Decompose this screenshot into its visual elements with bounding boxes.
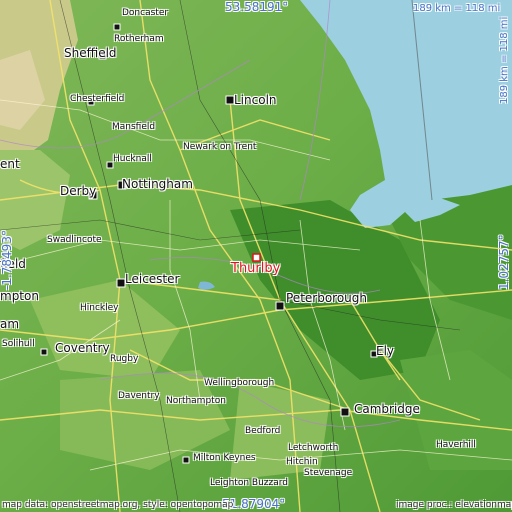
scale-horizontal-label: 189 km = 118 mi — [413, 3, 501, 14]
highlighted-place-label: Thurlby — [231, 261, 281, 276]
place-label: Milton Keynes — [193, 453, 256, 463]
place-label: Northampton — [166, 396, 226, 406]
place-label: ent — [0, 157, 20, 171]
place-label: Daventry — [118, 391, 160, 401]
coord-right-label: 1.02757° — [497, 234, 511, 290]
place-label: Bedford — [245, 426, 281, 436]
place-label: Rotherham — [114, 34, 164, 44]
place-label: Letchworth — [288, 443, 339, 453]
place-label: Ely — [376, 344, 395, 358]
place-label: Leicester — [125, 272, 180, 286]
place-label: Swadlincote — [47, 235, 102, 245]
place-label: Rugby — [110, 354, 139, 364]
place-label: Chesterfield — [70, 94, 125, 104]
place-label: Hinckley — [80, 303, 119, 313]
place-label: Sheffield — [64, 46, 117, 60]
place-label: Mansfield — [112, 122, 156, 132]
coord-left-label: -1.78493° — [0, 230, 14, 290]
place-label: Leighton Buzzard — [210, 478, 289, 488]
place-label: Peterborough — [286, 291, 368, 305]
place-label: Nottingham — [122, 177, 193, 191]
map-view[interactable]: Doncaster Rotherham Sheffield Chesterfie… — [0, 0, 512, 512]
place-label: Coventry — [55, 341, 110, 355]
place-label: Hucknall — [113, 154, 152, 164]
place-label: Haverhill — [436, 440, 476, 450]
location-marker-icon — [252, 253, 261, 262]
place-label: Hitchin — [286, 457, 318, 467]
place-label: Wellingborough — [204, 378, 275, 388]
place-label: am — [0, 317, 20, 331]
place-label: Stevenage — [304, 468, 353, 478]
place-label: Newark on Trent — [183, 142, 257, 152]
map-credit-right: image proc.: elevationmap — [396, 500, 512, 510]
place-label: Solihull — [2, 339, 35, 349]
place-label: Derby — [60, 184, 97, 198]
place-label: mpton — [0, 289, 39, 303]
place-label: Doncaster — [122, 8, 169, 18]
map-credit-left: map data: openstreetmap.org, style: open… — [2, 500, 234, 510]
place-label: Lincoln — [234, 93, 277, 107]
coord-top-label: 53.58191° — [225, 0, 289, 14]
scale-vertical-label: 189 km = 118 mi — [499, 16, 510, 104]
place-label: Cambridge — [354, 402, 420, 416]
